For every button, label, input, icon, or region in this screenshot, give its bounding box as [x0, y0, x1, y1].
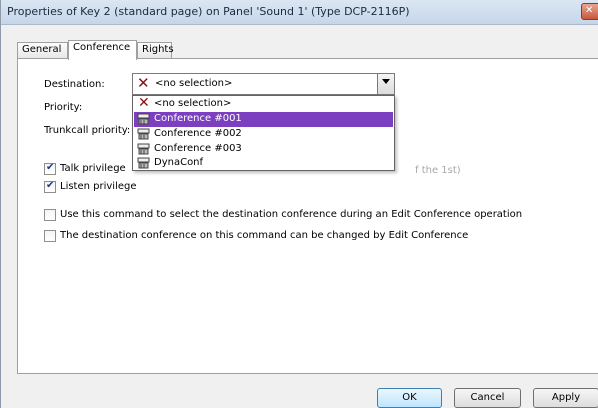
close-icon: ✕	[585, 5, 594, 16]
dropdown-option-dynaconf[interactable]: DynaConf	[134, 156, 393, 171]
tab-general[interactable]: General	[17, 42, 68, 59]
conference-icon	[137, 113, 150, 125]
dropdown-arrow-button[interactable]	[377, 74, 394, 94]
use-command-label: Use this command to select the destinati…	[60, 209, 523, 220]
tab-general-label: General	[22, 44, 62, 55]
close-button[interactable]: ✕	[581, 3, 598, 20]
cancel-button[interactable]: Cancel	[454, 388, 521, 408]
destination-select[interactable]: ✕ <no selection>	[132, 73, 395, 95]
window-title: Properties of Key 2 (standard page) on P…	[7, 5, 410, 18]
properties-dialog: Properties of Key 2 (standard page) on P…	[0, 0, 598, 408]
tab-conference-label: Conference	[73, 42, 131, 53]
apply-button-label: Apply	[551, 392, 581, 403]
dropdown-option-no-selection[interactable]: ✕ <no selection>	[134, 95, 393, 112]
ok-button[interactable]: OK	[377, 388, 442, 408]
cancel-button-label: Cancel	[470, 392, 505, 403]
trunkcall-priority-label: Trunkcall priority:	[44, 125, 131, 136]
dropdown-option-conference-001[interactable]: Conference #001	[134, 112, 393, 127]
dropdown-option-conference-002[interactable]: Conference #002	[134, 127, 393, 142]
ok-button-label: OK	[402, 392, 417, 403]
option-label: DynaConf	[154, 157, 204, 168]
option-label: <no selection>	[154, 98, 232, 109]
chevron-down-icon	[382, 79, 390, 84]
priority-label: Priority:	[44, 102, 83, 113]
conference-icon	[137, 128, 150, 140]
title-bar: Properties of Key 2 (standard page) on P…	[1, 0, 598, 25]
option-label: Conference #002	[154, 128, 242, 139]
tab-rights-label: Rights	[142, 44, 174, 55]
listen-privilege-label: Listen privilege	[60, 181, 137, 192]
tab-rights[interactable]: Rights	[137, 42, 174, 59]
destination-label: Destination:	[44, 79, 105, 90]
dropdown-option-conference-003[interactable]: Conference #003	[134, 142, 393, 157]
destination-dropdown-list: ✕ <no selection> Conference #001 Confere…	[132, 95, 395, 171]
x-icon: ✕	[138, 95, 150, 111]
conference-icon	[137, 157, 150, 169]
hidden-option-fragment: f the 1st)	[415, 165, 461, 176]
talk-privilege-checkbox[interactable]	[44, 162, 56, 175]
talk-privilege-label: Talk privilege	[60, 163, 126, 174]
apply-button[interactable]: Apply	[533, 388, 598, 408]
can-change-label: The destination conference on this comma…	[60, 230, 469, 241]
use-command-checkbox[interactable]	[44, 209, 56, 221]
option-label: Conference #003	[154, 143, 242, 154]
listen-privilege-checkbox[interactable]	[44, 180, 56, 193]
option-label: Conference #001	[154, 113, 242, 124]
can-change-checkbox[interactable]	[44, 230, 56, 242]
tab-conference[interactable]: Conference	[68, 40, 137, 60]
no-selection-x-icon: ✕	[137, 74, 150, 92]
conference-icon	[137, 143, 150, 155]
destination-value: <no selection>	[155, 78, 233, 89]
